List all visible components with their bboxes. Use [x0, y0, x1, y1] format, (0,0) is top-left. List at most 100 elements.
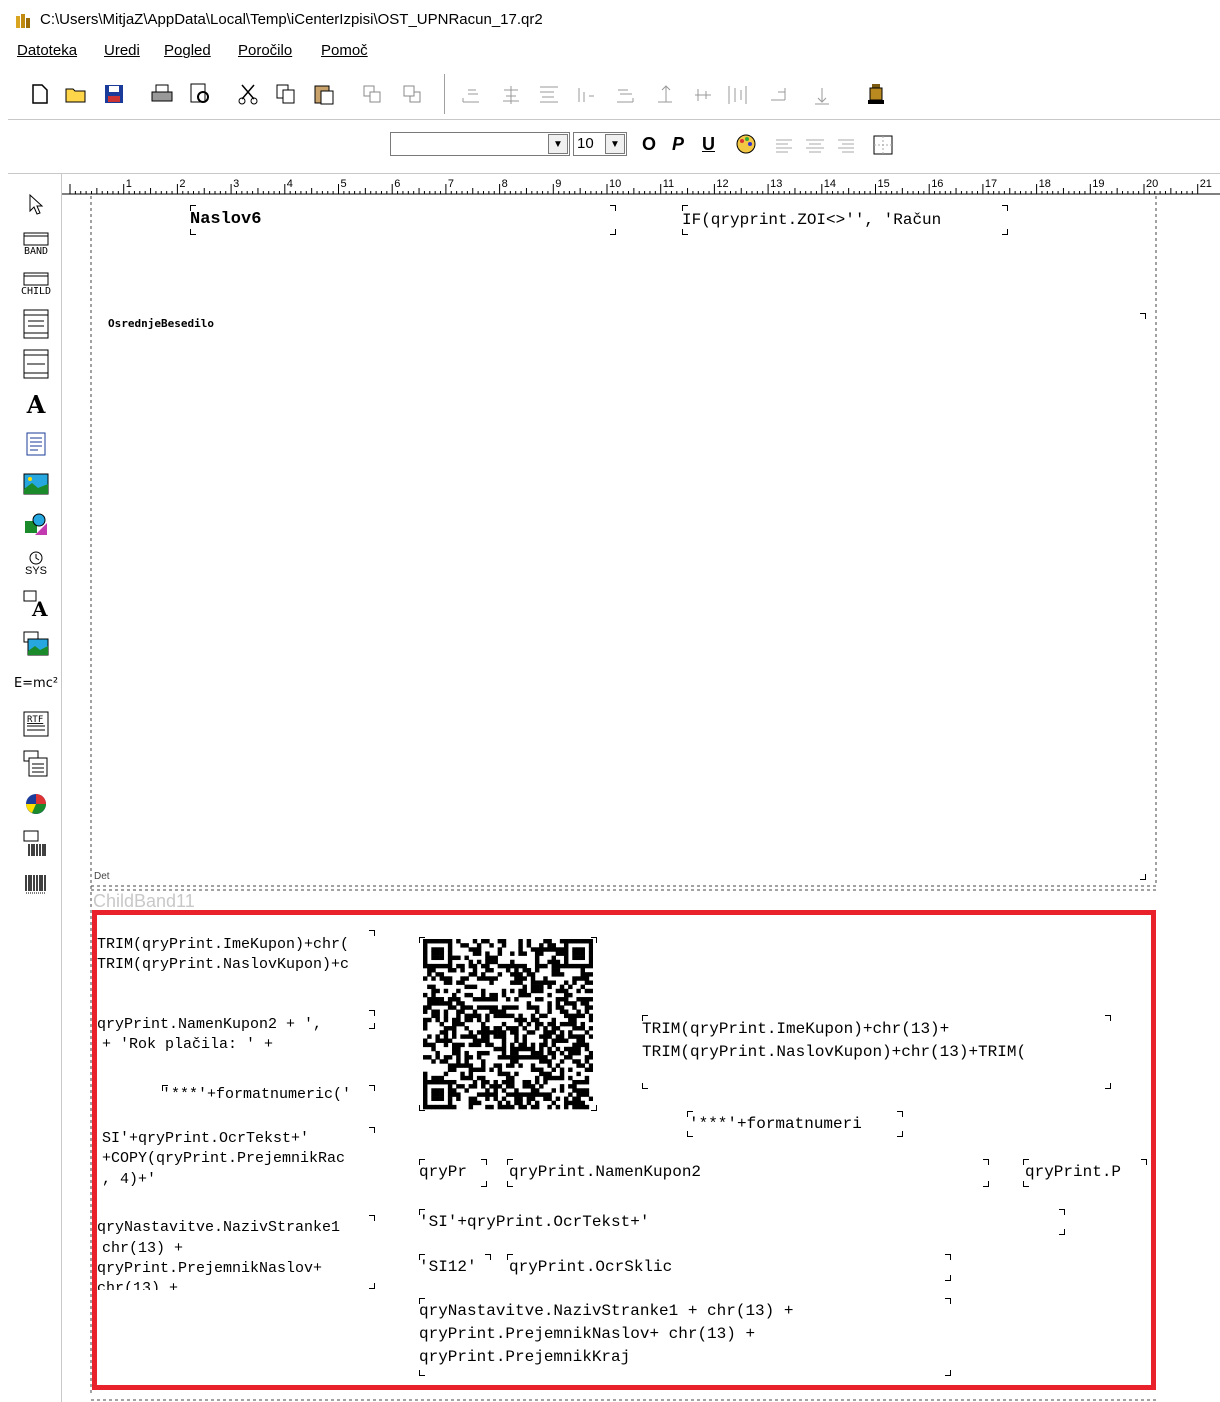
ruler-tick-label: 17: [985, 178, 997, 190]
open-folder-icon[interactable]: [64, 82, 88, 106]
menu-pomoc[interactable]: Pomoč: [321, 42, 368, 59]
db-text-icon[interactable]: A: [22, 590, 50, 618]
align-top-icon[interactable]: [574, 84, 596, 106]
ruler-tick-label: 8: [502, 178, 508, 190]
field-corner: [1140, 313, 1146, 319]
pointer-icon[interactable]: [22, 190, 50, 218]
barcode-db-icon[interactable]: [22, 830, 50, 858]
group-band-icon[interactable]: [22, 309, 50, 339]
field-corner: [610, 229, 616, 235]
ruler-tick-label: 4: [287, 178, 293, 190]
sub-detail-icon[interactable]: [22, 349, 50, 379]
text-align-left-icon[interactable]: [774, 136, 796, 158]
db-rtf-icon[interactable]: [22, 750, 50, 778]
print-icon[interactable]: [150, 82, 174, 106]
menu-pogled[interactable]: Pogled: [164, 42, 211, 59]
chevron-down-icon[interactable]: ▼: [548, 134, 568, 154]
barcode-icon[interactable]: [22, 870, 50, 898]
font-size-value: 10: [577, 135, 594, 152]
ruler-scale: 1 2 3 4 5 6 7 8 9 10 11 12 13 14 15 16 17 18 19 20 21: [62, 178, 1220, 195]
menu-porocilo[interactable]: Poročilo: [238, 42, 292, 59]
field-corner: [190, 205, 196, 211]
sys-label: SYS: [24, 565, 47, 577]
chevron-down-icon[interactable]: ▼: [605, 134, 625, 154]
bring-to-front-icon[interactable]: [360, 82, 384, 106]
font-name-combo[interactable]: ▼: [390, 132, 570, 156]
new-file-icon[interactable]: [28, 82, 52, 106]
paste-icon[interactable]: [312, 82, 336, 106]
menu-datoteka[interactable]: Datoteka: [17, 42, 77, 59]
ruler-tick-label: 3: [233, 178, 239, 190]
db-image-icon[interactable]: [22, 630, 50, 658]
chart-icon[interactable]: [22, 790, 50, 818]
menu-bar: Datoteka Uredi Pogled Poročilo Pomoč: [0, 40, 1220, 66]
osrednje-besedilo-field[interactable]: OsrednjeBesedilo: [108, 317, 214, 330]
align-bottom-icon[interactable]: [768, 84, 790, 106]
racun-if-field[interactable]: IF(qryprint.ZOI<>'', 'Račun: [682, 211, 941, 229]
frame-icon[interactable]: [872, 134, 894, 156]
report-settings-icon[interactable]: [864, 82, 888, 106]
ruler-tick-label: 21: [1200, 178, 1212, 190]
window-title: C:\Users\MitjaZ\AppData\Local\Temp\iCent…: [40, 11, 543, 28]
detail-band-label: Det: [94, 871, 110, 882]
image-icon[interactable]: [22, 470, 50, 498]
ruler-tick-label: 5: [341, 178, 347, 190]
ruler-tick-label: 7: [448, 178, 454, 190]
align-left-icon[interactable]: [460, 84, 482, 106]
rtf-label: RTF: [27, 715, 43, 725]
field-corner: [682, 229, 688, 235]
ruler-tick-label: 16: [931, 178, 943, 190]
component-palette: BAND CHILD A SYS A E=mc² RTF: [8, 174, 62, 1402]
font-size-combo[interactable]: 10 ▼: [573, 132, 627, 156]
ruler-tick-label: 19: [1092, 178, 1104, 190]
svg-text:A: A: [31, 597, 48, 618]
align-right-icon[interactable]: [614, 84, 636, 106]
bold-button[interactable]: O: [642, 134, 656, 155]
align-center-horizontal-icon[interactable]: [500, 84, 522, 106]
naslov-field[interactable]: Naslov6: [190, 210, 261, 229]
band-label: BAND: [23, 245, 49, 257]
ruler-tick-label: 9: [555, 178, 561, 190]
italic-button[interactable]: P: [672, 134, 684, 155]
align-up-icon[interactable]: [654, 84, 676, 106]
menu-uredi[interactable]: Uredi: [104, 42, 140, 59]
ruler-tick-label: 10: [609, 178, 621, 190]
color-palette-icon[interactable]: [734, 132, 758, 156]
horizontal-ruler: 1 2 3 4 5 6 7 8 9 10 11 12 13 14 15 16 17 18 19 20 21: [62, 174, 1220, 196]
highlight-frame: [92, 910, 1156, 1390]
app-icon: [16, 14, 30, 28]
ruler-tick-label: 6: [394, 178, 400, 190]
sysdata-tool[interactable]: SYS: [22, 550, 50, 578]
field-corner: [1140, 874, 1146, 880]
field-corner: [682, 205, 688, 211]
cut-icon[interactable]: [236, 82, 260, 106]
formula-tool[interactable]: E=mc²: [14, 670, 58, 698]
ruler-tick-label: 18: [1039, 178, 1051, 190]
underline-button[interactable]: U: [702, 134, 715, 155]
child-band-label: ChildBand11: [93, 891, 195, 909]
send-to-back-icon[interactable]: [400, 82, 424, 106]
save-icon[interactable]: [102, 82, 126, 106]
label-tool[interactable]: A: [22, 390, 50, 419]
space-vertical-icon[interactable]: [726, 84, 748, 106]
field-corner: [1002, 229, 1008, 235]
copy-icon[interactable]: [274, 82, 298, 106]
ruler-tick-label: 11: [663, 178, 674, 190]
field-corner: [190, 229, 196, 235]
print-preview-icon[interactable]: [188, 82, 212, 106]
space-horizontal-icon[interactable]: [538, 84, 560, 106]
child-band-tool[interactable]: CHILD: [21, 270, 51, 298]
memo-icon[interactable]: [22, 430, 50, 458]
field-corner: [610, 205, 616, 211]
format-toolbar: ▼ 10 ▼ O P U: [8, 120, 1220, 174]
main-toolbar: [8, 68, 1220, 120]
align-middle-icon[interactable]: [692, 84, 714, 106]
text-align-center-icon[interactable]: [804, 136, 826, 158]
align-down-icon[interactable]: [812, 84, 834, 106]
band-tool[interactable]: BAND: [22, 230, 50, 258]
text-align-right-icon[interactable]: [834, 136, 856, 158]
rtf-tool[interactable]: RTF: [22, 710, 50, 738]
ruler-tick-label: 2: [179, 178, 185, 190]
field-corner: [1002, 205, 1008, 211]
shape-icon[interactable]: [22, 510, 50, 538]
